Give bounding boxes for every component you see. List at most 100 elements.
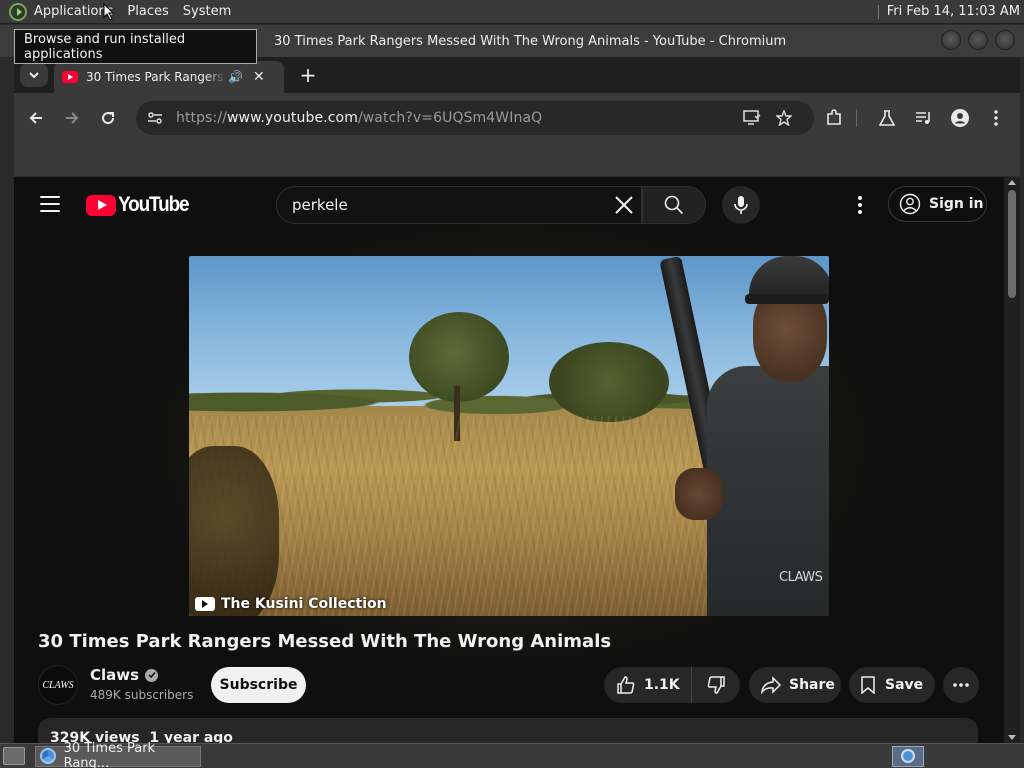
- account-circle-icon: [899, 193, 921, 215]
- share-arrow-icon: [761, 676, 781, 694]
- search-button[interactable]: [642, 186, 706, 224]
- bookmark-bar: [14, 143, 1020, 177]
- video-caption: The Kusini Collection: [195, 596, 387, 612]
- settings-more-button[interactable]: [852, 194, 868, 216]
- tab-search-button[interactable]: [20, 63, 48, 87]
- music-queue-icon: [916, 112, 930, 124]
- more-actions-button[interactable]: [943, 667, 979, 703]
- mouse-cursor-icon: [103, 3, 115, 21]
- guide-menu-button[interactable]: [40, 196, 60, 212]
- panel-separator: [877, 4, 879, 19]
- new-tab-button[interactable]: +: [296, 63, 320, 87]
- microphone-icon: [734, 196, 748, 214]
- save-label: Save: [885, 677, 924, 693]
- media-controls-button[interactable]: [912, 106, 936, 130]
- menu-system[interactable]: System: [176, 4, 238, 19]
- channel-name[interactable]: Claws: [90, 666, 159, 684]
- profile-button[interactable]: [948, 106, 972, 130]
- reload-icon: [102, 112, 115, 125]
- thumbs-up-icon: [617, 676, 635, 694]
- video-watermark: CLAWS: [779, 570, 823, 585]
- video-player[interactable]: CLAWS The Kusini Collection: [189, 256, 829, 616]
- flask-icon: [879, 110, 895, 126]
- youtube-wordmark: YouTube: [118, 193, 190, 216]
- window-title: 30 Times Park Rangers Messed With The Wr…: [274, 33, 787, 49]
- taskbar-window-label: 30 Times Park Rang...: [63, 741, 156, 768]
- sign-in-button[interactable]: Sign in: [888, 186, 987, 222]
- minimize-button[interactable]: [941, 30, 961, 50]
- tab-youtube[interactable]: 30 Times Park Rangers Messed With The Wr…: [54, 61, 284, 93]
- extensions-button[interactable]: [822, 106, 846, 130]
- maximize-button[interactable]: [968, 30, 988, 50]
- arrow-left-icon: [29, 112, 42, 124]
- account-circle-icon: [951, 109, 969, 127]
- channel-name-text: Claws: [90, 666, 140, 684]
- like-button[interactable]: 1.1K: [604, 667, 692, 703]
- video-frame-hand: [675, 468, 723, 520]
- back-button[interactable]: [24, 106, 48, 130]
- verified-check-icon: [145, 668, 159, 682]
- share-label: Share: [789, 677, 835, 693]
- page-scrollbar[interactable]: [1004, 177, 1020, 743]
- search-input[interactable]: perkele: [276, 186, 642, 224]
- subscribe-button[interactable]: Subscribe: [211, 667, 306, 703]
- forward-button[interactable]: [60, 106, 84, 130]
- chromium-icon: [40, 748, 56, 764]
- youtube-play-icon: [195, 597, 215, 611]
- scroll-up-arrow-icon[interactable]: [1008, 180, 1016, 185]
- tab-close-icon[interactable]: ✕: [253, 69, 265, 85]
- reload-button[interactable]: [96, 106, 120, 130]
- sign-in-label: Sign in: [929, 196, 984, 212]
- toolbar-separator: [856, 109, 857, 127]
- video-title: 30 Times Park Rangers Messed With The Wr…: [38, 631, 612, 652]
- browser-menu-button[interactable]: [984, 106, 1008, 130]
- clock[interactable]: Fri Feb 14, 11:03 AM: [887, 4, 1020, 19]
- share-button[interactable]: Share: [749, 667, 841, 703]
- install-app-icon[interactable]: [740, 106, 764, 130]
- like-count: 1.1K: [644, 677, 680, 693]
- close-window-button[interactable]: [995, 30, 1015, 50]
- workspace-switcher[interactable]: [892, 745, 924, 767]
- search-icon: [664, 195, 684, 215]
- puzzle-icon: [827, 109, 841, 125]
- labs-button[interactable]: [875, 106, 899, 130]
- like-dislike-group: 1.1K: [604, 667, 740, 703]
- youtube-logo[interactable]: YouTube: [86, 193, 196, 217]
- tab-label: 30 Times Park Rangers Messed With The Wr…: [86, 70, 226, 84]
- os-taskbar: 30 Times Park Rang...: [0, 741, 1024, 768]
- tooltip: Browse and run installed applications: [14, 29, 257, 64]
- more-vert-icon: [994, 110, 998, 126]
- youtube-play-icon: [86, 194, 116, 216]
- applications-logo-icon[interactable]: [9, 2, 27, 21]
- search-query: perkele: [292, 196, 348, 214]
- os-top-panel: Applications Places System Fri Feb 14, 1…: [0, 0, 1024, 24]
- scroll-down-arrow-icon[interactable]: [1008, 735, 1016, 740]
- site-settings-icon[interactable]: [144, 111, 166, 125]
- url-text[interactable]: https://www.youtube.com/watch?v=6UQSm4WI…: [176, 110, 542, 126]
- voice-search-button[interactable]: [722, 186, 760, 224]
- channel-avatar[interactable]: CLAWS: [38, 665, 78, 705]
- thumbs-down-icon: [707, 676, 725, 694]
- dislike-button[interactable]: [692, 675, 740, 695]
- menu-places[interactable]: Places: [120, 4, 175, 19]
- bookmark-star-icon[interactable]: [772, 106, 796, 130]
- address-bar[interactable]: https://www.youtube.com/watch?v=6UQSm4WI…: [136, 101, 814, 135]
- video-frame-ranger: [689, 256, 829, 616]
- save-button[interactable]: Save: [849, 667, 935, 703]
- clear-search-icon[interactable]: [613, 194, 635, 216]
- description-box[interactable]: 329K views 1 year ago: [38, 718, 978, 743]
- video-caption-text: The Kusini Collection: [221, 596, 387, 612]
- scrollbar-thumb[interactable]: [1008, 190, 1016, 298]
- speaker-icon[interactable]: 🔊: [228, 70, 243, 84]
- chromium-icon: [901, 749, 915, 763]
- video-frame-bush: [189, 446, 279, 616]
- chevron-down-icon: [29, 71, 39, 78]
- browser-toolbar: https://www.youtube.com/watch?v=6UQSm4WI…: [14, 93, 1020, 143]
- video-frame-tree: [549, 342, 669, 422]
- more-horiz-icon: [953, 683, 969, 687]
- arrow-right-icon: [66, 112, 79, 124]
- page-viewport: YouTube perkele Sign in CLAWS The Kusini…: [14, 177, 1004, 743]
- taskbar-window-button[interactable]: 30 Times Park Rang...: [35, 741, 201, 768]
- bookmark-icon: [861, 676, 875, 694]
- show-desktop-button[interactable]: [3, 747, 25, 765]
